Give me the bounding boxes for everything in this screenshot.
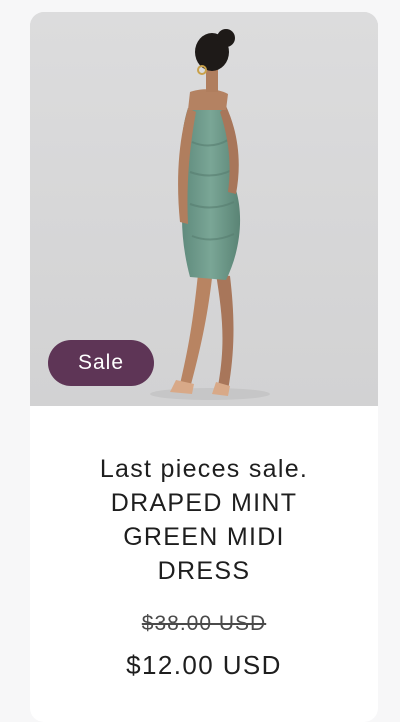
product-info: Last pieces sale. DRAPED MINT GREEN MIDI…	[30, 406, 378, 681]
title-line: GREEN MIDI	[123, 523, 285, 551]
title-line: Last pieces sale.	[99, 455, 309, 483]
sale-badge: Sale	[48, 340, 154, 386]
sale-price: $12.00 USD	[126, 650, 282, 680]
product-title[interactable]: Last pieces sale. DRAPED MINT GREEN MIDI…	[54, 452, 354, 588]
original-price: $38.00 USD	[141, 612, 267, 635]
title-line: DRESS	[157, 557, 251, 585]
title-line: DRAPED MINT	[110, 489, 298, 517]
product-card[interactable]: Sale Last pieces sale. DRAPED MINT GREEN…	[30, 12, 378, 722]
product-image[interactable]: Sale	[30, 12, 378, 406]
